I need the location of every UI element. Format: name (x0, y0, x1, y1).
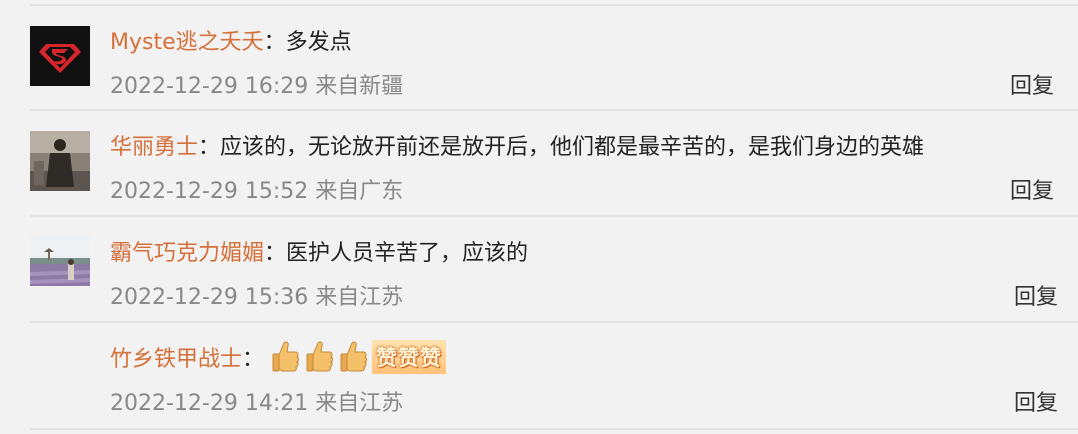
reply-button[interactable]: 回复 (1010, 171, 1054, 207)
thumbs-up-icon (338, 339, 368, 375)
username-link[interactable]: Myste逃之夭夭 (110, 24, 264, 56)
username-link[interactable]: 霸气巧克力媚媚 (110, 235, 264, 267)
comment-content: 竹乡铁甲战士 ： 赞赞赞 (110, 339, 447, 375)
comment-text: 多发点 (285, 30, 352, 55)
zan-sticker: 赞赞赞 (372, 340, 447, 374)
comment-meta: 2022-12-29 15:36 来自江苏 (110, 285, 404, 310)
colon: ： (242, 347, 265, 372)
comment-content: 华丽勇士 ： 应该的，无论放开前还是放开后，他们都是最辛苦的，是我们身边的英雄 (110, 127, 924, 163)
comment-meta: 2022-12-29 16:29 来自新疆 (110, 74, 404, 99)
person-in-coat-avatar[interactable] (30, 131, 90, 191)
username-link[interactable]: 华丽勇士 (110, 129, 198, 161)
username-link[interactable]: 竹乡铁甲战士 (110, 341, 242, 373)
colon: ： (264, 241, 287, 266)
comment-content: Myste逃之夭夭 ： 多发点 (110, 22, 352, 58)
comment-item: 竹乡铁甲战士 ： 赞赞赞 2022-12-29 14:21 来自江苏 回复 (0, 322, 1078, 426)
comment-list: Myste逃之夭夭 ： 多发点 2022-12-29 16:29 来自新疆 回复… (0, 0, 1078, 434)
reply-button[interactable]: 回复 (1010, 66, 1054, 102)
lavender-field-avatar[interactable] (30, 236, 90, 286)
comment-text: 医护人员辛苦了，应该的 (286, 241, 529, 266)
superman-logo-avatar[interactable] (30, 26, 90, 86)
comment-content: 霸气巧克力媚媚 ： 医护人员辛苦了，应该的 (110, 233, 528, 269)
divider (30, 428, 1078, 430)
comment-item: 霸气巧克力媚媚 ： 医护人员辛苦了，应该的 2022-12-29 15:36 来… (0, 216, 1078, 320)
comment-meta: 2022-12-29 14:21 来自江苏 (110, 391, 404, 416)
comment-item: Myste逃之夭夭 ： 多发点 2022-12-29 16:29 来自新疆 回复 (0, 5, 1078, 109)
thumbs-up-icon (304, 339, 334, 375)
comment-meta: 2022-12-29 15:52 来自广东 (110, 179, 404, 204)
colon: ： (198, 135, 221, 160)
comment-item: 华丽勇士 ： 应该的，无论放开前还是放开后，他们都是最辛苦的，是我们身边的英雄 … (0, 110, 1078, 214)
colon: ： (263, 30, 286, 55)
reply-button[interactable]: 回复 (1014, 383, 1058, 419)
comment-text: 应该的，无论放开前还是放开后，他们都是最辛苦的，是我们身边的英雄 (220, 135, 925, 160)
thumbs-up-icon (270, 339, 300, 375)
reply-button[interactable]: 回复 (1014, 277, 1058, 313)
